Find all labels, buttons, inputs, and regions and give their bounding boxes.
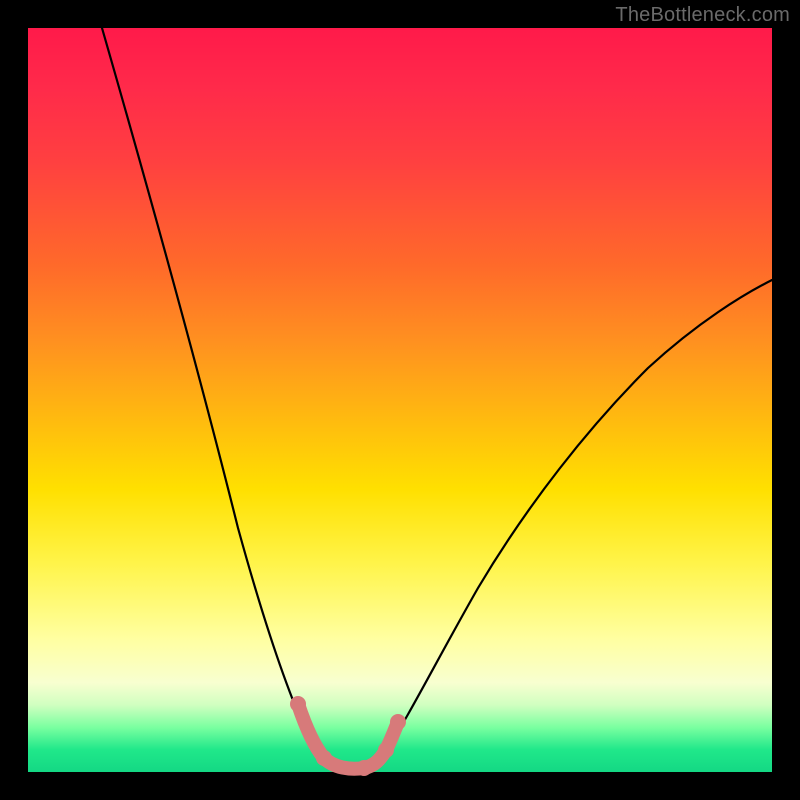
optimal-range-floor bbox=[324, 750, 386, 769]
optimal-range-dot bbox=[316, 750, 332, 766]
watermark-text: TheBottleneck.com bbox=[615, 4, 790, 27]
optimal-range-dot bbox=[290, 696, 306, 712]
bottleneck-curve-left bbox=[102, 28, 326, 762]
bottleneck-curve-right bbox=[384, 280, 772, 754]
optimal-range-dot bbox=[378, 742, 394, 758]
optimal-range-dot bbox=[356, 760, 372, 776]
chart-svg bbox=[28, 28, 772, 772]
optimal-range-dot bbox=[390, 714, 406, 730]
optimal-range-left bbox=[298, 704, 324, 758]
plot-area bbox=[28, 28, 772, 772]
chart-frame: TheBottleneck.com bbox=[0, 0, 800, 800]
